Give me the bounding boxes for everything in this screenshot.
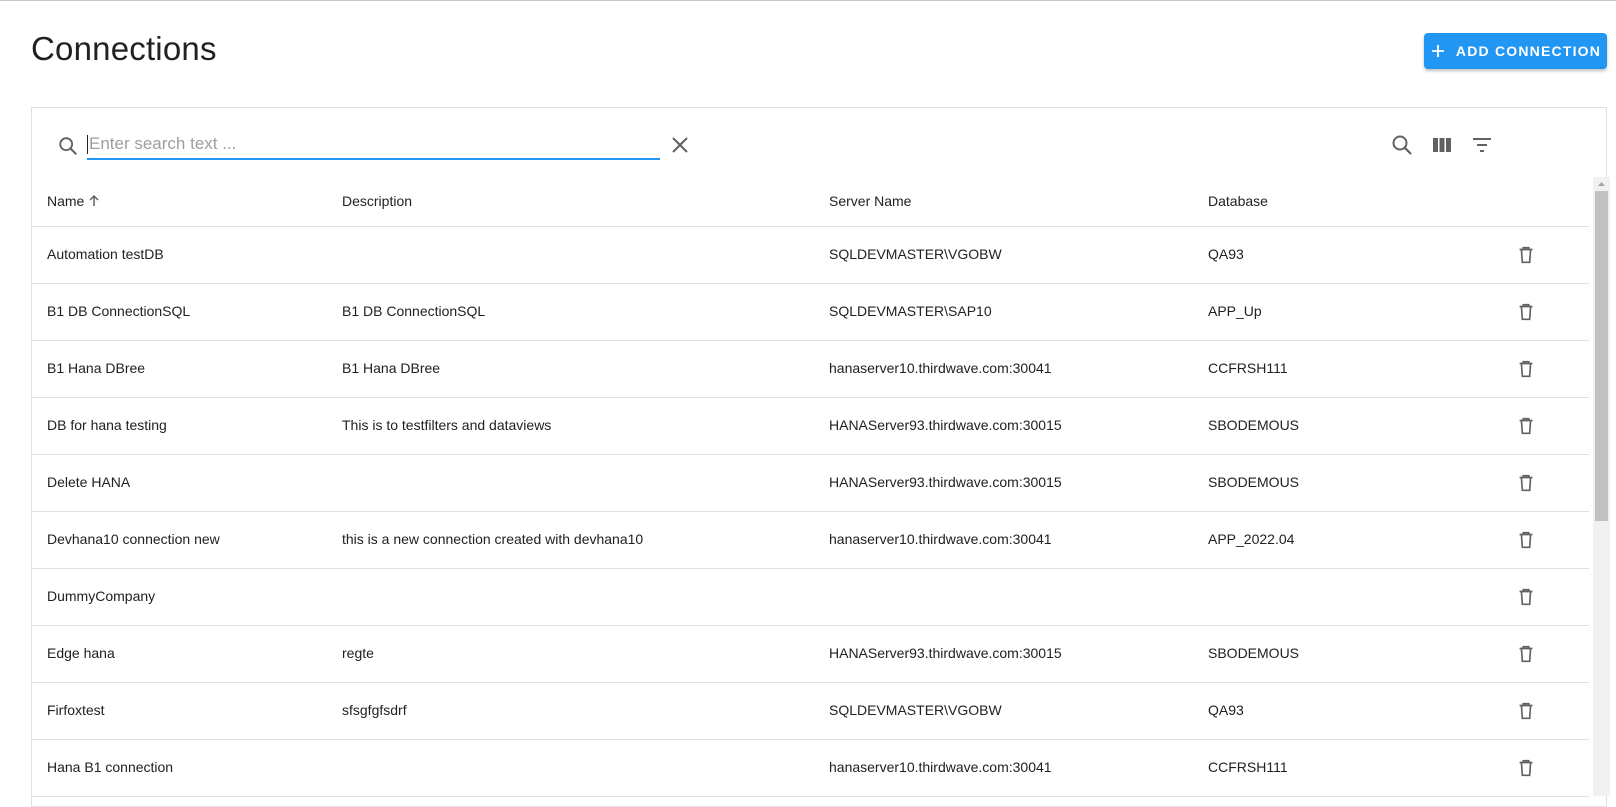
cell-database: APP_Up bbox=[1208, 303, 1262, 319]
view-column-icon[interactable] bbox=[1430, 133, 1454, 157]
search-icon bbox=[59, 137, 77, 155]
table-row[interactable]: DummyCompany bbox=[31, 569, 1589, 626]
table-body: Automation testDB SQLDEVMASTER\VGOBW QA9… bbox=[31, 227, 1589, 797]
cell-database: SBODEMOUS bbox=[1208, 474, 1300, 490]
cell-name: DummyCompany bbox=[47, 588, 156, 604]
column-header-name[interactable]: Name bbox=[47, 193, 101, 209]
cell-server-name: HANAServer93.thirdwave.com:30015 bbox=[829, 417, 1062, 433]
trash-icon[interactable] bbox=[1515, 415, 1537, 437]
cell-database: QA93 bbox=[1208, 702, 1244, 718]
scrollbar-thumb[interactable] bbox=[1595, 191, 1608, 521]
add-connection-button[interactable]: ADD CONNECTION bbox=[1424, 33, 1607, 69]
table-row[interactable]: Firfoxtest sfsgfgfsdrf SQLDEVMASTER\VGOB… bbox=[31, 683, 1589, 740]
cell-name: Devhana10 connection new bbox=[47, 531, 220, 547]
add-connection-label: ADD CONNECTION bbox=[1455, 43, 1602, 59]
table-row[interactable]: Automation testDB SQLDEVMASTER\VGOBW QA9… bbox=[31, 227, 1589, 284]
cell-server-name: HANAServer93.thirdwave.com:30015 bbox=[829, 474, 1062, 490]
cell-description: B1 Hana DBree bbox=[342, 360, 441, 376]
plus-icon bbox=[1431, 45, 1444, 57]
cell-name: Edge hana bbox=[47, 645, 115, 661]
cell-name: Delete HANA bbox=[47, 474, 131, 490]
cell-description: This is to testfilters and dataviews bbox=[342, 417, 552, 433]
table-row[interactable]: Devhana10 connection new this is a new c… bbox=[31, 512, 1589, 569]
cell-name: B1 Hana DBree bbox=[47, 360, 146, 376]
cell-description: regte bbox=[342, 645, 374, 661]
toolbar-search-icon[interactable] bbox=[1390, 133, 1414, 157]
cell-database: SBODEMOUS bbox=[1208, 645, 1300, 661]
cell-server-name: SQLDEVMASTER\VGOBW bbox=[829, 246, 1002, 262]
table-row[interactable]: DB for hana testing This is to testfilte… bbox=[31, 398, 1589, 455]
column-header-database[interactable]: Database bbox=[1208, 193, 1268, 209]
page-title: Connections bbox=[31, 30, 217, 67]
cell-server-name: hanaserver10.thirdwave.com:30041 bbox=[829, 759, 1052, 775]
cell-server-name: HANAServer93.thirdwave.com:30015 bbox=[829, 645, 1062, 661]
table-row[interactable]: Delete HANA HANAServer93.thirdwave.com:3… bbox=[31, 455, 1589, 512]
cell-database: APP_2022.04 bbox=[1208, 531, 1295, 547]
table-row[interactable]: Hana B1 connection hanaserver10.thirdwav… bbox=[31, 740, 1589, 797]
trash-icon[interactable] bbox=[1515, 244, 1537, 266]
cell-server-name: SQLDEVMASTER\SAP10 bbox=[829, 303, 992, 319]
cell-database: CCFRSH111 bbox=[1208, 360, 1288, 376]
column-header-description[interactable]: Description bbox=[342, 193, 412, 209]
text-caret bbox=[87, 135, 88, 154]
cell-description: sfsgfgfsdrf bbox=[342, 702, 407, 718]
trash-icon[interactable] bbox=[1515, 529, 1537, 551]
trash-icon[interactable] bbox=[1515, 472, 1537, 494]
cell-database: CCFRSH111 bbox=[1208, 759, 1288, 775]
cell-server-name: hanaserver10.thirdwave.com:30041 bbox=[829, 531, 1052, 547]
cell-description: this is a new connection created with de… bbox=[342, 531, 644, 547]
trash-icon[interactable] bbox=[1515, 586, 1537, 608]
table-header-row: Name Description Server Name Database bbox=[31, 177, 1589, 227]
trash-icon[interactable] bbox=[1515, 301, 1537, 323]
filter-list-icon[interactable] bbox=[1470, 133, 1494, 157]
table-row[interactable]: Edge hana regte HANAServer93.thirdwave.c… bbox=[31, 626, 1589, 683]
vertical-scrollbar[interactable] bbox=[1593, 177, 1610, 796]
cell-description: B1 DB ConnectionSQL bbox=[342, 303, 486, 319]
table-row[interactable]: B1 Hana DBree B1 Hana DBree hanaserver10… bbox=[31, 341, 1589, 398]
column-header-name-label: Name bbox=[47, 193, 85, 209]
top-divider bbox=[0, 0, 1616, 1]
search-input[interactable] bbox=[87, 130, 660, 160]
cell-name: Firfoxtest bbox=[47, 702, 105, 718]
arrow-up-icon bbox=[89, 194, 99, 206]
trash-icon[interactable] bbox=[1515, 757, 1537, 779]
table-row[interactable]: B1 DB ConnectionSQL B1 DB ConnectionSQL … bbox=[31, 284, 1589, 341]
scroll-up-arrow-icon[interactable] bbox=[1593, 177, 1610, 191]
trash-icon[interactable] bbox=[1515, 358, 1537, 380]
trash-icon[interactable] bbox=[1515, 700, 1537, 722]
trash-icon[interactable] bbox=[1515, 643, 1537, 665]
cell-name: Automation testDB bbox=[47, 246, 164, 262]
cell-server-name: SQLDEVMASTER\VGOBW bbox=[829, 702, 1002, 718]
cell-database: QA93 bbox=[1208, 246, 1244, 262]
column-header-server-name[interactable]: Server Name bbox=[829, 193, 911, 209]
cell-name: B1 DB ConnectionSQL bbox=[47, 303, 191, 319]
cell-name: Hana B1 connection bbox=[47, 759, 174, 775]
cell-database: SBODEMOUS bbox=[1208, 417, 1300, 433]
cell-server-name: hanaserver10.thirdwave.com:30041 bbox=[829, 360, 1052, 376]
close-icon[interactable] bbox=[670, 135, 690, 155]
cell-name: DB for hana testing bbox=[47, 417, 167, 433]
